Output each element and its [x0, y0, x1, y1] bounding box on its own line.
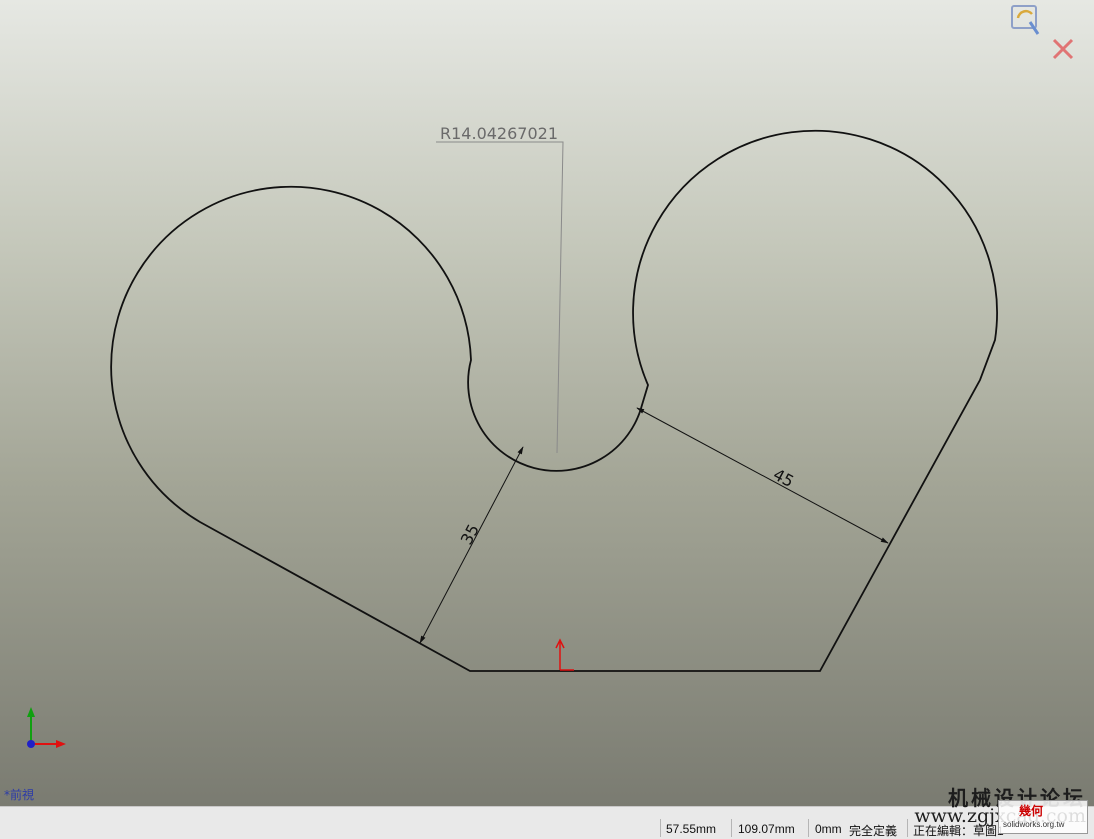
triad-icon: [27, 707, 66, 748]
dimension-35[interactable]: 35: [457, 521, 483, 548]
radius-leader: [436, 141, 564, 454]
status-y-coordinate: 109.07mm: [738, 822, 795, 836]
status-separator: [808, 819, 809, 837]
origin-icon[interactable]: [555, 638, 574, 671]
close-icon[interactable]: [1052, 38, 1074, 60]
status-separator: [660, 819, 661, 837]
status-separator: [731, 819, 732, 837]
status-z-coordinate: 0mm: [815, 822, 842, 836]
dimension-line-45: [636, 407, 889, 544]
rebuild-icon[interactable]: [1011, 5, 1040, 35]
status-definition-state: 完全定義: [849, 824, 898, 838]
sketch-canvas[interactable]: R14.04267021 35 45: [0, 0, 1094, 806]
logo-subtext: solidworks.org.tw: [1003, 820, 1065, 829]
dimension-45[interactable]: 45: [770, 465, 797, 491]
sketch-profile[interactable]: [110, 129, 998, 672]
logo-badge: 幾何 solidworks.org.tw: [998, 800, 1088, 834]
view-name-label: *前視: [4, 788, 35, 802]
confirmation-corner: [1010, 4, 1080, 64]
status-separator: [907, 819, 908, 837]
status-x-coordinate: 57.55mm: [666, 822, 717, 836]
graphics-area[interactable]: R14.04267021 35 45 *前視: [0, 0, 1094, 806]
logo-text: 幾何: [1019, 804, 1044, 818]
radius-dimension[interactable]: R14.04267021: [440, 124, 558, 143]
